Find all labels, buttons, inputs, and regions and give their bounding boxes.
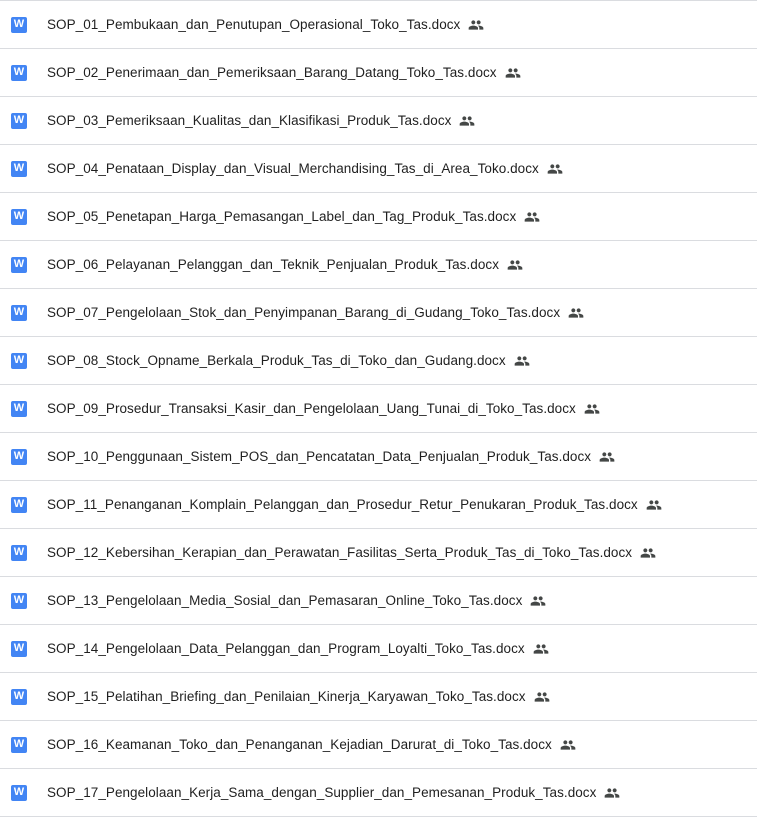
people-icon [584, 401, 600, 417]
file-name: SOP_02_Penerimaan_dan_Pemeriksaan_Barang… [47, 65, 497, 80]
file-row[interactable]: W SOP_01_Pembukaan_dan_Penutupan_Operasi… [0, 1, 757, 49]
file-name: SOP_10_Penggunaan_Sistem_POS_dan_Pencata… [47, 449, 592, 464]
word-doc-icon: W [11, 448, 27, 465]
word-doc-icon: W [11, 64, 27, 81]
file-name: SOP_08_Stock_Opname_Berkala_Produk_Tas_d… [47, 353, 506, 368]
people-icon [505, 65, 521, 81]
file-name: SOP_13_Pengelolaan_Media_Sosial_dan_Pema… [47, 593, 523, 608]
file-row[interactable]: W SOP_15_Pelatihan_Briefing_dan_Penilaia… [0, 673, 757, 721]
file-name: SOP_12_Kebersihan_Kerapian_dan_Perawatan… [47, 545, 633, 560]
file-row[interactable]: W SOP_10_Penggunaan_Sistem_POS_dan_Penca… [0, 433, 757, 481]
file-row[interactable]: W SOP_17_Pengelolaan_Kerja_Sama_dengan_S… [0, 769, 757, 817]
people-icon [604, 785, 620, 801]
file-row[interactable]: W SOP_09_Prosedur_Transaksi_Kasir_dan_Pe… [0, 385, 757, 433]
file-name: SOP_09_Prosedur_Transaksi_Kasir_dan_Peng… [47, 401, 576, 416]
file-row[interactable]: W SOP_14_Pengelolaan_Data_Pelanggan_dan_… [0, 625, 757, 673]
word-doc-icon: W [11, 256, 27, 273]
file-row[interactable]: W SOP_13_Pengelolaan_Media_Sosial_dan_Pe… [0, 577, 757, 625]
file-row[interactable]: W SOP_16_Keamanan_Toko_dan_Penanganan_Ke… [0, 721, 757, 769]
word-doc-icon: W [11, 592, 27, 609]
file-row[interactable]: W SOP_07_Pengelolaan_Stok_dan_Penyimpana… [0, 289, 757, 337]
people-icon [646, 497, 662, 513]
word-doc-icon: W [11, 16, 27, 33]
people-icon [547, 161, 563, 177]
file-name: SOP_11_Penanganan_Komplain_Pelanggan_dan… [47, 497, 638, 512]
word-doc-icon: W [11, 208, 27, 225]
people-icon [534, 689, 550, 705]
word-doc-icon: W [11, 736, 27, 753]
file-row[interactable]: W SOP_04_Penataan_Display_dan_Visual_Mer… [0, 145, 757, 193]
file-name: SOP_16_Keamanan_Toko_dan_Penanganan_Keja… [47, 737, 552, 752]
file-row[interactable]: W SOP_03_Pemeriksaan_Kualitas_dan_Klasif… [0, 97, 757, 145]
file-row[interactable]: W SOP_08_Stock_Opname_Berkala_Produk_Tas… [0, 337, 757, 385]
file-name: SOP_03_Pemeriksaan_Kualitas_dan_Klasifik… [47, 113, 452, 128]
word-doc-icon: W [11, 160, 27, 177]
word-doc-icon: W [11, 112, 27, 129]
file-name: SOP_17_Pengelolaan_Kerja_Sama_dengan_Sup… [47, 785, 597, 800]
people-icon [560, 737, 576, 753]
people-icon [459, 113, 475, 129]
word-doc-icon: W [11, 496, 27, 513]
file-name: SOP_15_Pelatihan_Briefing_dan_Penilaian_… [47, 689, 526, 704]
people-icon [599, 449, 615, 465]
people-icon [514, 353, 530, 369]
people-icon [524, 209, 540, 225]
people-icon [507, 257, 523, 273]
file-row[interactable]: W SOP_12_Kebersihan_Kerapian_dan_Perawat… [0, 529, 757, 577]
file-row[interactable]: W SOP_11_Penanganan_Komplain_Pelanggan_d… [0, 481, 757, 529]
people-icon [530, 593, 546, 609]
people-icon [533, 641, 549, 657]
word-doc-icon: W [11, 544, 27, 561]
file-row[interactable]: W SOP_06_Pelayanan_Pelanggan_dan_Teknik_… [0, 241, 757, 289]
file-name: SOP_07_Pengelolaan_Stok_dan_Penyimpanan_… [47, 305, 561, 320]
word-doc-icon: W [11, 304, 27, 321]
file-list: W SOP_01_Pembukaan_dan_Penutupan_Operasi… [0, 0, 757, 818]
word-doc-icon: W [11, 400, 27, 417]
file-name: SOP_01_Pembukaan_dan_Penutupan_Operasion… [47, 17, 461, 32]
file-row[interactable]: W SOP_02_Penerimaan_dan_Pemeriksaan_Bara… [0, 49, 757, 97]
people-icon [640, 545, 656, 561]
file-name: SOP_06_Pelayanan_Pelanggan_dan_Teknik_Pe… [47, 257, 499, 272]
file-row[interactable]: W SOP_05_Penetapan_Harga_Pemasangan_Labe… [0, 193, 757, 241]
word-doc-icon: W [11, 688, 27, 705]
word-doc-icon: W [11, 640, 27, 657]
people-icon [468, 17, 484, 33]
file-name: SOP_04_Penataan_Display_dan_Visual_Merch… [47, 161, 539, 176]
word-doc-icon: W [11, 784, 27, 801]
file-name: SOP_14_Pengelolaan_Data_Pelanggan_dan_Pr… [47, 641, 525, 656]
file-name: SOP_05_Penetapan_Harga_Pemasangan_Label_… [47, 209, 517, 224]
people-icon [568, 305, 584, 321]
word-doc-icon: W [11, 352, 27, 369]
